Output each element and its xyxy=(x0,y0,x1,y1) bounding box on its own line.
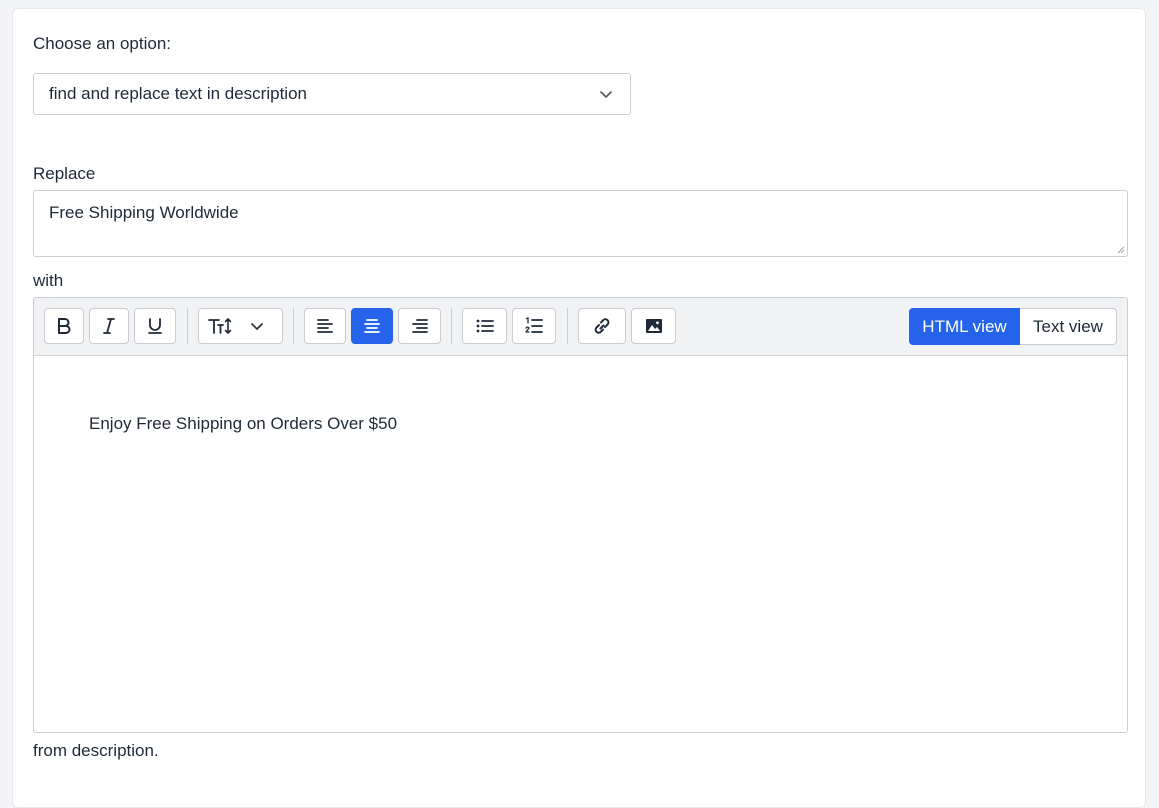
option-select[interactable]: find and replace text in description xyxy=(33,73,631,115)
editor-toolbar: HTML view Text view xyxy=(34,298,1127,356)
underline-icon xyxy=(147,317,163,335)
insert-link-button[interactable] xyxy=(578,308,626,344)
replace-label: Replace xyxy=(33,164,96,183)
from-description-label: from description. xyxy=(33,741,159,760)
align-center-button[interactable] xyxy=(351,308,393,344)
bold-icon xyxy=(56,317,72,335)
align-center-icon xyxy=(364,318,380,334)
align-right-button[interactable] xyxy=(398,308,441,344)
text-size-icon xyxy=(208,317,232,335)
numbered-list-icon xyxy=(525,317,543,335)
rich-text-editor[interactable]: HTML view Text view Enjoy Free Shipping … xyxy=(33,297,1128,733)
text-view-tab[interactable]: Text view xyxy=(1020,308,1117,345)
replace-textarea-value: Free Shipping Worldwide xyxy=(49,203,239,222)
toolbar-separator xyxy=(187,308,188,344)
editor-content[interactable]: Enjoy Free Shipping on Orders Over $50 xyxy=(89,414,397,434)
underline-button[interactable] xyxy=(134,308,176,344)
replace-textarea[interactable]: Free Shipping Worldwide xyxy=(33,190,1128,257)
numbered-list-button[interactable] xyxy=(512,308,556,344)
align-left-icon xyxy=(317,318,333,334)
link-icon xyxy=(592,317,612,335)
chevron-down-icon xyxy=(249,318,265,334)
choose-option-label: Choose an option: xyxy=(33,34,171,53)
html-view-tab[interactable]: HTML view xyxy=(909,308,1020,345)
bullet-list-icon xyxy=(476,318,494,334)
align-left-button[interactable] xyxy=(304,308,346,344)
resize-handle-icon[interactable] xyxy=(1117,246,1125,254)
find-replace-card: Choose an option: find and replace text … xyxy=(12,8,1146,808)
text-size-dropdown[interactable] xyxy=(198,308,283,344)
italic-button[interactable] xyxy=(89,308,129,344)
bullet-list-button[interactable] xyxy=(462,308,507,344)
toolbar-separator xyxy=(451,308,452,344)
option-select-value: find and replace text in description xyxy=(49,84,307,103)
insert-image-button[interactable] xyxy=(631,308,676,344)
align-right-icon xyxy=(411,318,428,334)
image-icon xyxy=(645,318,663,334)
toolbar-separator xyxy=(567,308,568,344)
italic-icon xyxy=(101,317,117,335)
chevron-down-icon xyxy=(598,86,614,102)
toolbar-separator xyxy=(293,308,294,344)
bold-button[interactable] xyxy=(44,308,84,344)
with-label: with xyxy=(33,271,64,290)
